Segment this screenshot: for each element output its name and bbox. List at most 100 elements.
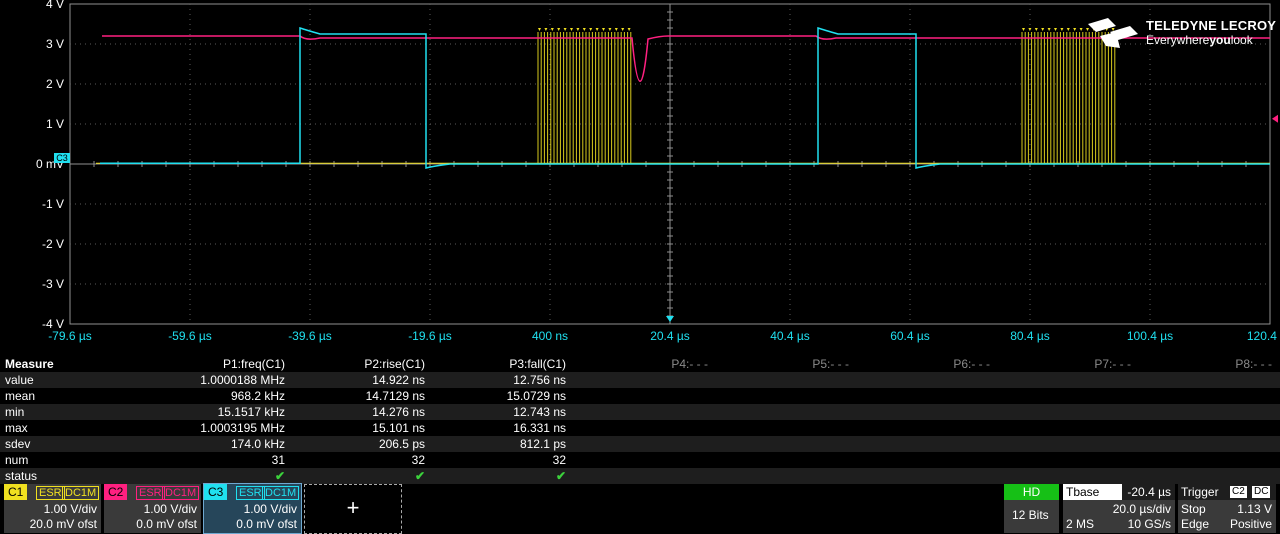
status-ok-icon: ✔: [555, 469, 566, 483]
measure-row: value 1.0000188 MHz 14.922 ns 12.756 ns: [0, 372, 1280, 388]
coupling-flag: DC1M: [262, 486, 300, 500]
measure-row: sdev 174.0 kHz 206.5 ps 812.1 ps: [0, 436, 1280, 452]
y-axis-label: -1 V: [42, 197, 64, 211]
param-p5-header[interactable]: P5:- - -: [789, 357, 849, 371]
measure-cell: 14.922 ns: [372, 373, 425, 387]
trigger-position-marker-icon: [666, 316, 674, 322]
channel-c1-descriptor[interactable]: C1 ESR DC1M 1.00 V/div 20.0 mV ofst: [4, 484, 101, 533]
measure-cell: 31: [271, 453, 285, 467]
measure-cell: 12.756 ns: [513, 373, 566, 387]
brand-logo: TELEDYNE LECROY Everywhereyoulook: [1086, 16, 1276, 52]
timebase-points: 2 MS: [1066, 517, 1095, 531]
measure-cell: 174.0 kHz: [230, 437, 285, 451]
trigger-source-badge: C2: [1230, 486, 1247, 498]
param-p2-header[interactable]: P2:rise(C1): [295, 357, 425, 371]
measure-row-label: value: [5, 373, 34, 387]
measure-table: Measure P1:freq(C1) P2:rise(C1) P3:fall(…: [0, 356, 1280, 484]
coupling-flag: DC1M: [162, 486, 200, 500]
param-p3-header[interactable]: P3:fall(C1): [436, 357, 566, 371]
channel-c2-header: C2 ESR DC1M: [104, 484, 201, 500]
channel-c3-descriptor[interactable]: C3 ESR DC1M 1.00 V/div 0.0 mV ofst: [203, 483, 302, 534]
trace-c1-bursts: [537, 32, 1116, 164]
status-ok-icon: ✔: [274, 469, 285, 483]
measure-cell: 15.101 ns: [372, 421, 425, 435]
status-ok-icon: ✔: [414, 469, 425, 483]
param-p8-header[interactable]: P8:- - -: [1212, 357, 1272, 371]
param-p6-header[interactable]: P6:- - -: [930, 357, 990, 371]
measure-row: max 1.0003195 MHz 15.101 ns 16.331 ns: [0, 420, 1280, 436]
trigger-coupling-badge: DC: [1252, 486, 1271, 498]
x-axis-label: 40.4 µs: [770, 329, 810, 343]
x-axis-label: -39.6 µs: [288, 329, 332, 343]
channel-c2-tag: C2: [104, 484, 128, 500]
param-p7-header[interactable]: P7:- - -: [1071, 357, 1131, 371]
hd-bits: 12 Bits: [1012, 508, 1049, 522]
measure-cell: 15.0729 ns: [506, 389, 566, 403]
hd-resolution-panel[interactable]: HD 12 Bits: [1004, 484, 1059, 533]
measure-row: num 31 32 32: [0, 452, 1280, 468]
coupling-flag: DC1M: [62, 486, 100, 500]
timebase-delay: -20.4 µs: [1127, 485, 1171, 499]
trigger-level: 1.13 V: [1237, 502, 1272, 516]
channel-vdiv: 1.00 V/div: [243, 502, 297, 516]
channel-offset: 0.0 mV ofst: [136, 517, 197, 531]
esr-flag: ESR: [36, 486, 65, 500]
teledyne-logo-icon: [1088, 18, 1138, 48]
x-axis-label: 120.4 µs: [1247, 329, 1280, 343]
param-p4-header[interactable]: P4:- - -: [648, 357, 708, 371]
plus-icon: +: [346, 495, 360, 520]
y-axis-label: 4 V: [46, 0, 64, 11]
channel-c1-tag: C1: [4, 484, 28, 500]
brand-tagline: Everywhereyoulook: [1146, 33, 1253, 47]
trigger-panel[interactable]: Trigger C2 DC Stop 1.13 V Edge Positive: [1178, 484, 1276, 533]
measure-header-row: Measure P1:freq(C1) P2:rise(C1) P3:fall(…: [0, 356, 1280, 372]
channel-c3-tag: C3: [204, 484, 228, 500]
timebase-tdiv: 20.0 µs/div: [1112, 502, 1171, 516]
timebase-panel[interactable]: Tbase -20.4 µs 20.0 µs/div 2 MS 10 GS/s: [1063, 484, 1175, 533]
x-axis-label: 400 ns: [532, 329, 568, 343]
x-axis-label: -59.6 µs: [168, 329, 212, 343]
y-axis-label: 1 V: [46, 117, 64, 131]
timebase-rate: 10 GS/s: [1127, 517, 1171, 531]
measure-row-label: num: [5, 453, 29, 467]
y-axis-label: -3 V: [42, 277, 64, 291]
y-axis-label: 2 V: [46, 77, 64, 91]
channel-c1-header: C1 ESR DC1M: [4, 484, 101, 500]
channel-offset: 0.0 mV ofst: [236, 517, 297, 531]
measure-cell: 14.276 ns: [372, 405, 425, 419]
esr-flag: ESR: [236, 486, 265, 500]
measure-row: status ✔ ✔ ✔: [0, 468, 1280, 484]
param-p1-header[interactable]: P1:freq(C1): [155, 357, 285, 371]
trigger-level-marker-icon: [1272, 114, 1278, 123]
waveform-grid[interactable]: 4 V3 V2 V1 V0 mV-1 V-2 V-3 V-4 V-79.6 µs…: [0, 0, 1280, 355]
brand-name: TELEDYNE LECROY: [1146, 18, 1277, 33]
trigger-slope: Positive: [1229, 517, 1272, 531]
measure-cell: 16.331 ns: [513, 421, 566, 435]
measure-row-label: max: [5, 421, 28, 435]
channel-c2-descriptor[interactable]: C2 ESR DC1M 1.00 V/div 0.0 mV ofst: [104, 484, 201, 533]
measure-cell: 1.0003195 MHz: [200, 421, 285, 435]
channel-offset: 20.0 mV ofst: [29, 517, 97, 531]
trigger-mode: Stop: [1181, 502, 1206, 516]
measure-cell: 812.1 ps: [519, 437, 566, 451]
measure-cell: 968.2 kHz: [230, 389, 285, 403]
measure-cell: 32: [552, 453, 566, 467]
hd-label: HD: [1004, 484, 1059, 500]
measure-row-label: mean: [5, 389, 36, 403]
measure-row-label: min: [5, 405, 25, 419]
channel-c3-header: C3 ESR DC1M: [204, 484, 301, 500]
y-axis-label: 3 V: [46, 37, 64, 51]
x-axis-label: 80.4 µs: [1010, 329, 1050, 343]
waveform-display[interactable]: 4 V3 V2 V1 V0 mV -1 V -2 V -3 V -4 V -79.6 µs…: [0, 0, 1280, 355]
channel-vdiv: 1.00 V/div: [143, 502, 197, 516]
trigger-label: Trigger: [1181, 485, 1219, 499]
measure-row: mean 968.2 kHz 14.7129 ns 15.0729 ns: [0, 388, 1280, 404]
channel-vdiv: 1.00 V/div: [43, 502, 97, 516]
measure-header: Measure: [5, 357, 54, 371]
ground-marker-label: C3: [56, 153, 68, 163]
measure-row: min 15.1517 kHz 14.276 ns 12.743 ns: [0, 404, 1280, 420]
x-axis-label: -19.6 µs: [408, 329, 452, 343]
measure-cell: 15.1517 kHz: [217, 405, 285, 419]
timebase-label: Tbase: [1063, 484, 1122, 500]
add-channel-button[interactable]: +: [304, 484, 402, 534]
